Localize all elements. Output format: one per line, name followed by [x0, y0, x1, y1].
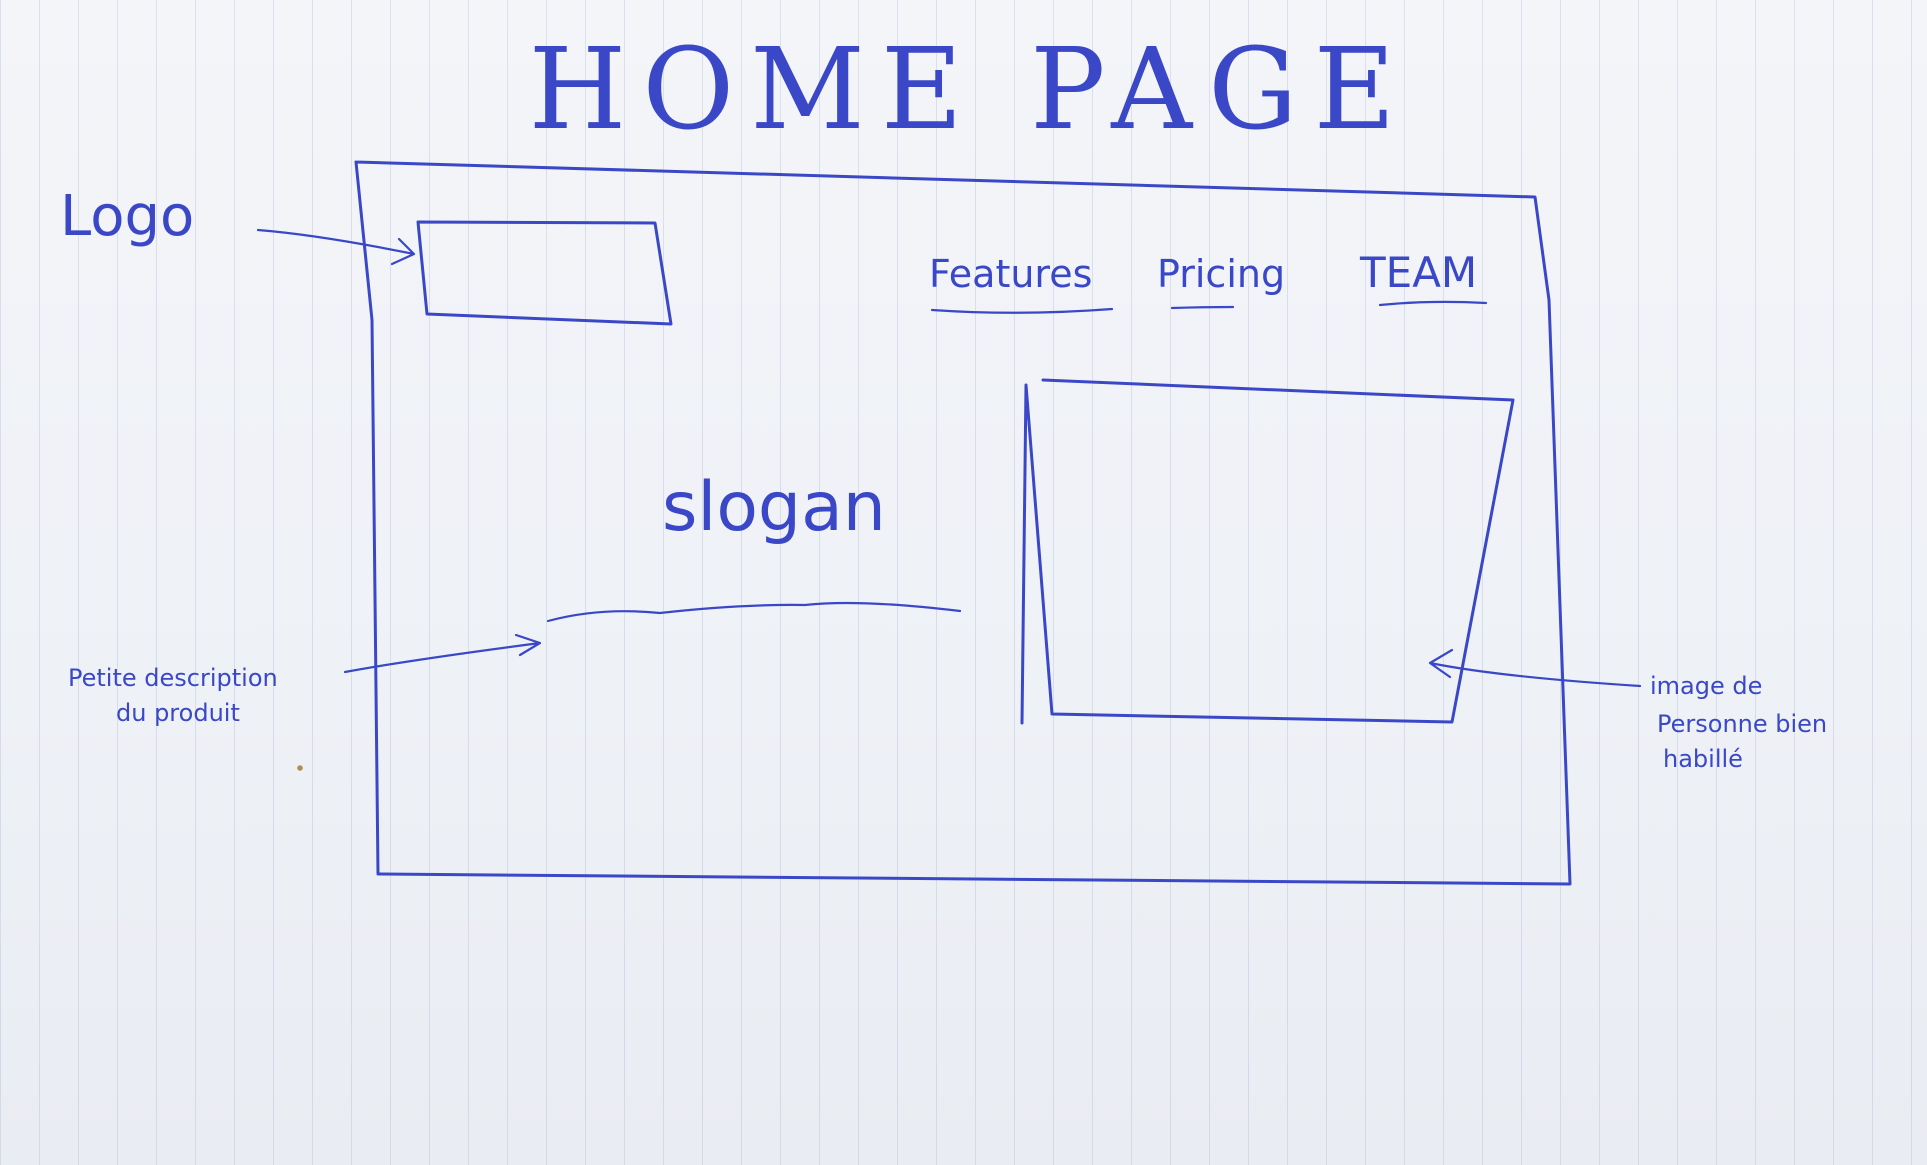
nav-link-pricing[interactable]: Pricing: [1157, 252, 1285, 296]
nav-link-team-underline: [1378, 300, 1488, 307]
logo-box: [416, 220, 673, 326]
description-annotation-line2: du produit: [116, 699, 240, 727]
image-annotation-line2: Personne bien: [1657, 710, 1827, 738]
wireframe-sketch: HOME PAGE Features Pricing TEAM slogan L…: [60, 25, 1827, 886]
hero-image-placeholder: [1020, 378, 1515, 725]
nav-link-team[interactable]: TEAM: [1359, 248, 1477, 297]
image-annotation-line3: habillé: [1663, 745, 1743, 773]
nav-link-pricing-underline: [1170, 305, 1235, 310]
image-annotation-arrow: [1428, 648, 1642, 688]
decorative-dot: [297, 765, 303, 771]
hero-slogan: slogan: [662, 468, 886, 547]
nav-link-features-underline: [930, 307, 1114, 314]
logo-annotation-label: Logo: [60, 184, 194, 249]
nav-link-features[interactable]: Features: [929, 252, 1092, 296]
hero-description-line: [546, 601, 962, 623]
page-title: HOME PAGE: [529, 25, 1412, 155]
description-annotation-line1: Petite description: [68, 664, 278, 692]
logo-annotation-arrow: [256, 228, 416, 266]
image-annotation-line1: image de: [1650, 672, 1762, 700]
